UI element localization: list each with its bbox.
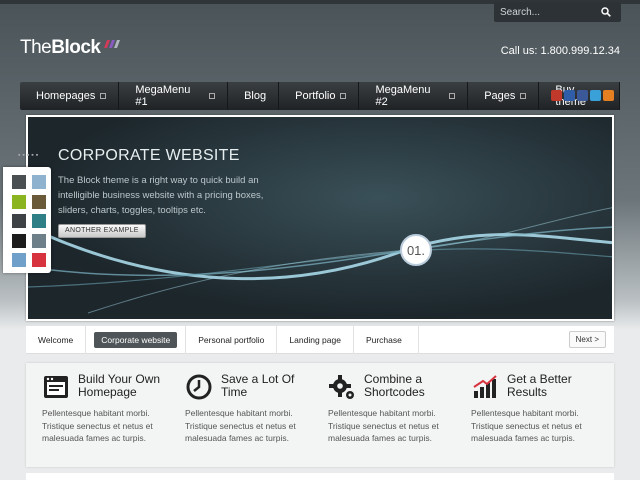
hero-slider: CORPORATE WEBSITE The Block theme is a r… — [26, 115, 614, 321]
feature-text: Pellentesque habitant morbi. Tristique s… — [42, 408, 153, 443]
slider-tabs: Welcome Corporate website Personal portfol… — [26, 325, 614, 354]
tab-welcome[interactable]: Welcome — [26, 325, 87, 354]
tab-corporate-website[interactable]: Corporate website — [86, 325, 187, 354]
logo-text-bold: Block — [51, 37, 101, 58]
search-input[interactable] — [494, 2, 594, 22]
color-swatch[interactable] — [32, 253, 46, 267]
slide-text: The Block theme is a right way to quick … — [58, 175, 264, 216]
main-nav: Homepages MegaMenu #1 Blog Portfolio MegaMen… — [20, 82, 620, 110]
nav-item-megamenu-1[interactable]: MegaMenu #1 — [119, 82, 229, 110]
bar-chart-icon — [471, 373, 499, 401]
site-logo[interactable]: TheBlock — [20, 37, 101, 59]
tab-label: Landing page — [289, 334, 341, 345]
feature-title[interactable]: Save a Lot Of Time — [221, 373, 321, 399]
feature-text: Pellentesque habitant morbi. Tristique s… — [185, 408, 296, 443]
tab-label: Purchase — [365, 334, 402, 345]
search-box — [494, 2, 621, 22]
color-swatch[interactable] — [12, 233, 26, 248]
nav-item-pages[interactable]: Pages — [468, 82, 540, 110]
color-palette — [3, 167, 51, 273]
palette-toggle[interactable]: ▪ ▪ ▪ ▪ ▪ — [18, 152, 38, 159]
feature-title[interactable]: Get a Better Results — [507, 373, 607, 399]
tab-label: Personal portfolio — [198, 334, 265, 345]
color-swatch[interactable] — [12, 194, 26, 209]
phone-number: Call us: 1.800.999.12.34 — [500, 45, 620, 57]
tab-landing-page[interactable]: Landing page — [277, 325, 354, 354]
nav-item-label: Portfolio — [295, 90, 336, 102]
social-links — [551, 90, 614, 101]
color-swatch[interactable] — [12, 175, 26, 189]
logo-slash-icon — [104, 40, 120, 48]
color-swatch[interactable] — [32, 194, 46, 209]
color-swatch[interactable] — [32, 233, 46, 248]
twitter-icon[interactable] — [590, 90, 601, 101]
tab-label: Welcome — [38, 334, 74, 345]
submenu-indicator-icon — [340, 93, 347, 99]
rss-icon[interactable] — [603, 90, 614, 101]
color-swatch[interactable] — [32, 175, 46, 189]
another-example-button[interactable]: ANOTHER EXAMPLE — [58, 224, 146, 238]
color-swatch[interactable] — [12, 253, 26, 267]
color-swatch[interactable] — [32, 214, 46, 228]
tab-label: Corporate website — [94, 331, 178, 348]
facebook-icon[interactable] — [577, 90, 588, 101]
slide-number[interactable]: 01. — [400, 234, 432, 266]
nav-item-label: Blog — [244, 90, 267, 102]
submenu-indicator-icon — [209, 93, 216, 99]
submenu-indicator-icon — [100, 93, 107, 99]
nav-item-homepages[interactable]: Homepages — [20, 82, 120, 110]
logo-text-light: The — [20, 37, 52, 58]
submenu-indicator-icon — [520, 93, 527, 99]
feature-text: Pellentesque habitant morbi. Tristique s… — [328, 408, 439, 443]
nav-item-label: Homepages — [36, 90, 96, 102]
feature-text: Pellentesque habitant morbi. Tristique s… — [471, 408, 582, 443]
nav-item-megamenu-2[interactable]: MegaMenu #2 — [359, 82, 469, 110]
nav-item-label: MegaMenu #1 — [135, 84, 191, 108]
flickr-icon[interactable] — [564, 90, 575, 101]
gears-icon — [328, 373, 356, 401]
nav-item-label: Pages — [484, 90, 516, 102]
nav-item-portfolio[interactable]: Portfolio — [279, 82, 360, 110]
feature-title[interactable]: Build Your Own Homepage — [78, 373, 178, 399]
color-swatch[interactable] — [12, 214, 26, 228]
nav-item-label: MegaMenu #2 — [375, 84, 431, 108]
slide-title: CORPORATE WEBSITE — [58, 147, 240, 164]
tab-personal-portfolio[interactable]: Personal portfolio — [186, 325, 278, 354]
search-button[interactable] — [594, 2, 618, 22]
nav-item-blog[interactable]: Blog — [228, 82, 280, 110]
browser-window-icon — [42, 373, 70, 401]
search-icon — [601, 7, 611, 17]
submenu-indicator-icon — [449, 93, 456, 99]
next-button[interactable]: Next > — [568, 331, 606, 348]
features-section: Build Your Own Homepage Pellentesque habi… — [26, 363, 614, 467]
youtube-icon[interactable] — [551, 90, 562, 101]
tab-purchase[interactable]: Purchase — [354, 325, 419, 354]
bottom-strip — [26, 473, 614, 480]
feature-title[interactable]: Combine a Shortcodes — [364, 373, 464, 399]
clock-icon — [185, 373, 213, 401]
